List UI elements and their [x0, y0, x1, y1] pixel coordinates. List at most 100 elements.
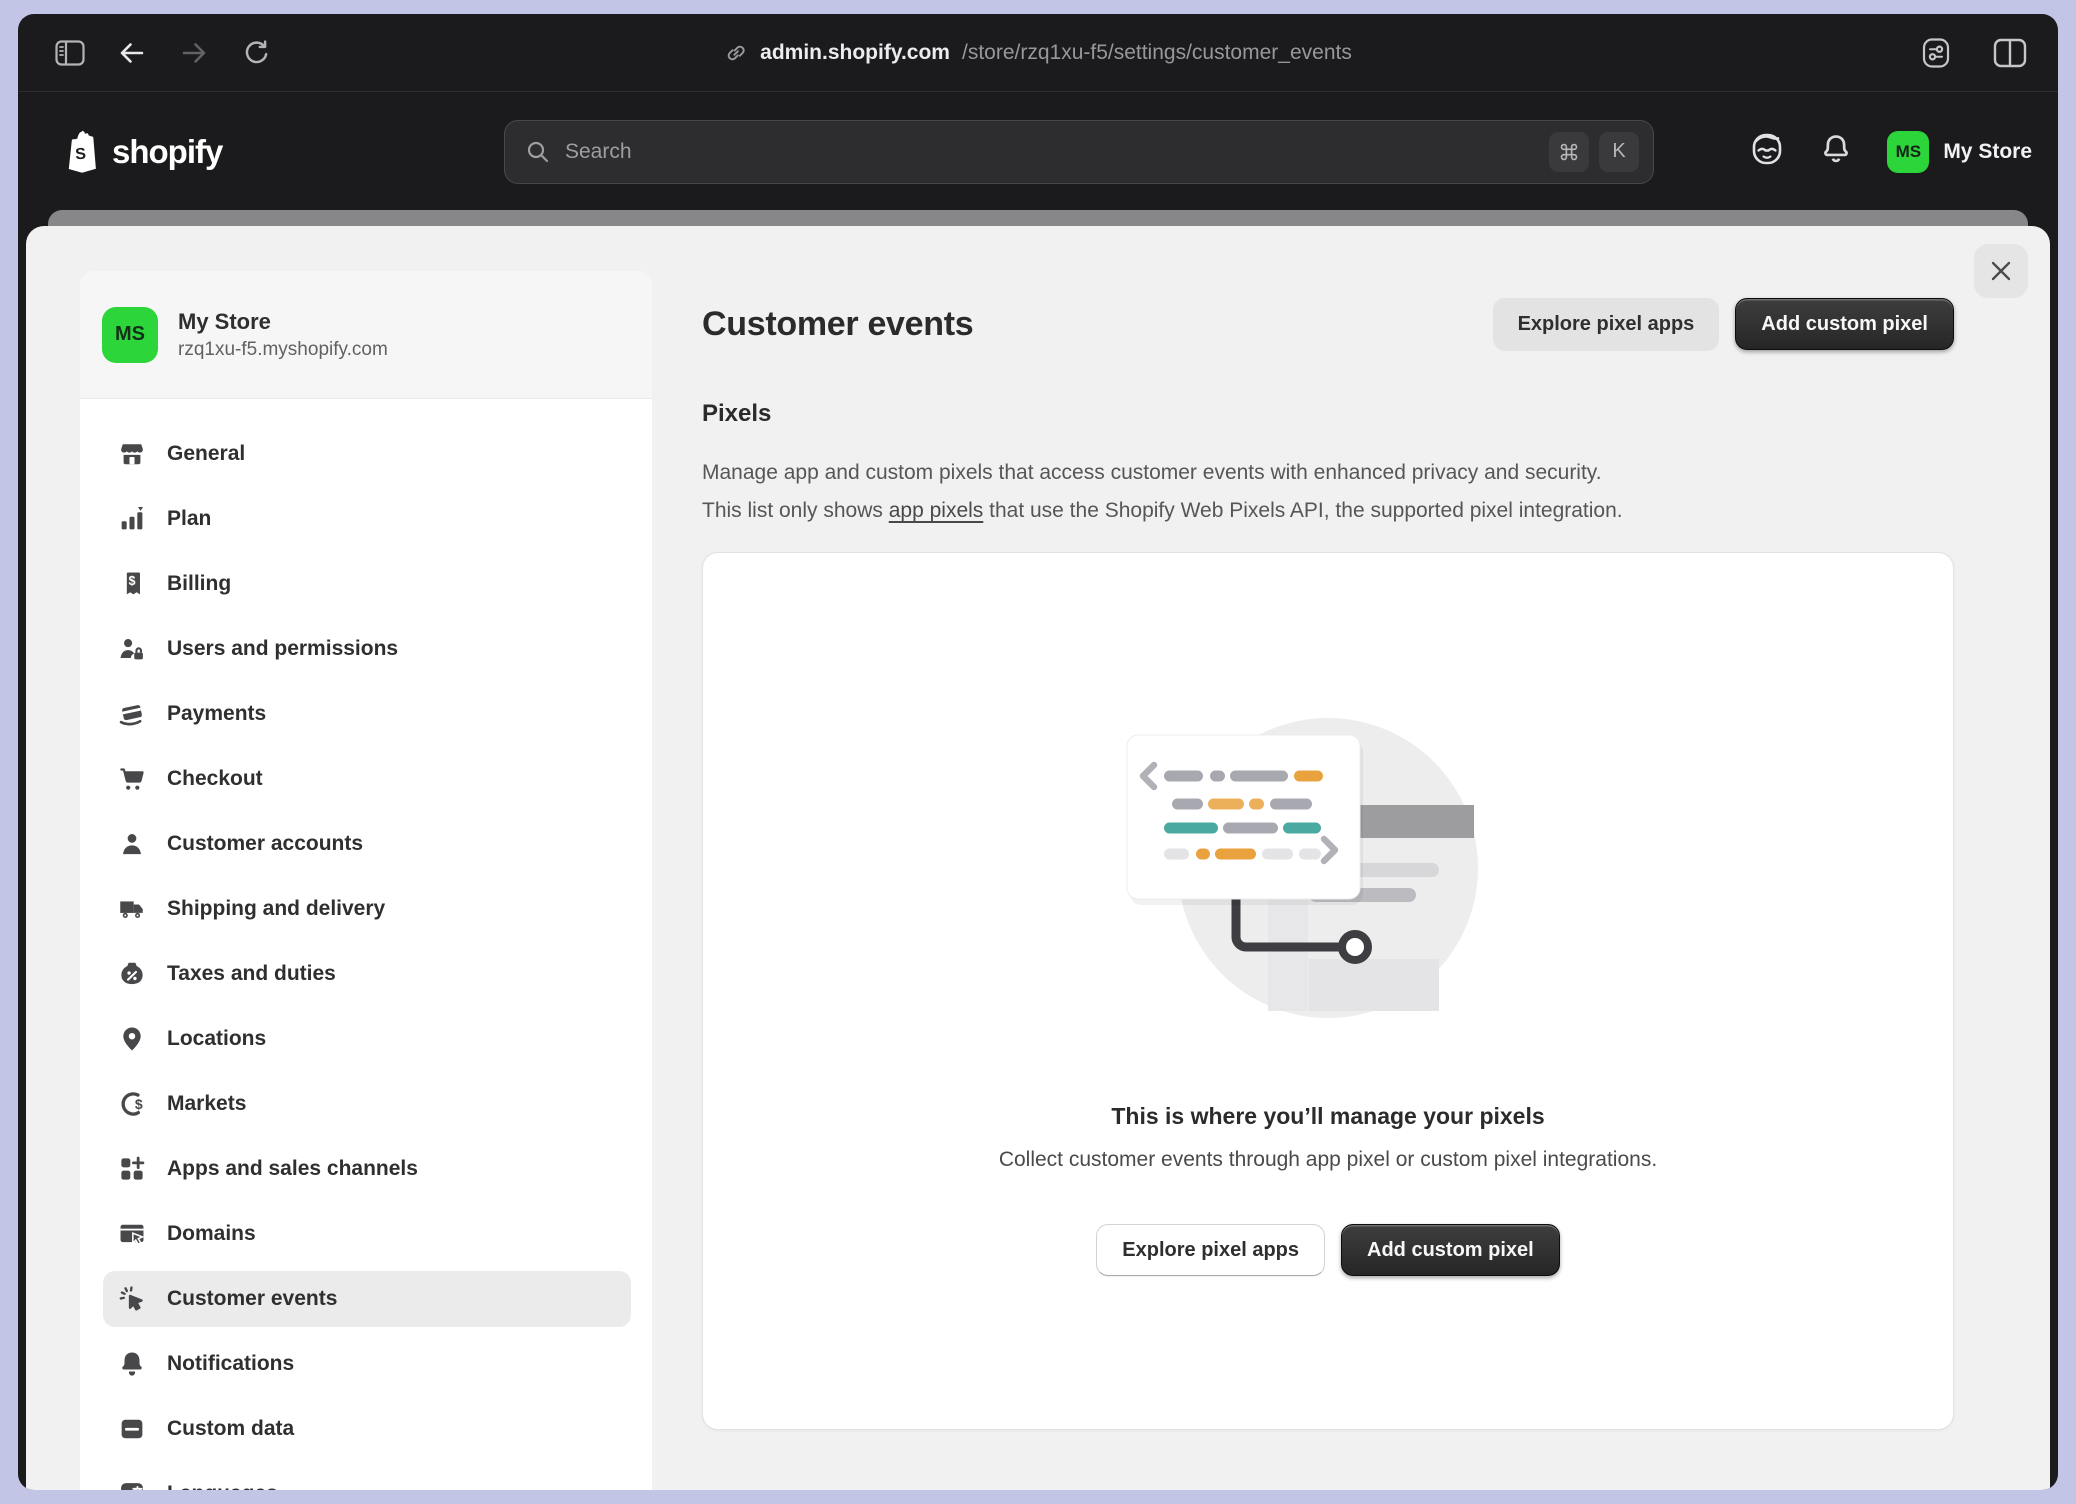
sidebar-item-label: Customer accounts [167, 832, 363, 856]
add-custom-pixel-button[interactable]: Add custom pixel [1735, 298, 1954, 350]
topbar-right: MS My Store [1749, 131, 2032, 173]
page-settings-icon[interactable] [1914, 31, 1958, 75]
store-avatar: MS [1887, 131, 1929, 173]
sidebar-item-label: Payments [167, 702, 266, 726]
customer-events-content: Customer events Explore pixel apps Add c… [702, 226, 1954, 1430]
sidebar-item-billing[interactable]: $ Billing [103, 556, 631, 612]
markets-globe-icon: $ [117, 1089, 147, 1119]
extension-avatar-icon[interactable] [1749, 131, 1785, 172]
sidebar-item-label: Shipping and delivery [167, 897, 385, 921]
description-post-link: that use the Shopify Web Pixels API, the… [983, 499, 1622, 522]
description-line-2: This list only shows app pixels that use… [702, 492, 1954, 530]
close-button[interactable] [1974, 244, 2028, 298]
store-menu[interactable]: MS My Store [1887, 131, 2032, 173]
app-pixels-link[interactable]: app pixels [889, 499, 984, 522]
browser-window: admin.shopify.com/store/rzq1xu-f5/settin… [18, 14, 2058, 1490]
browser-toolbar: admin.shopify.com/store/rzq1xu-f5/settin… [18, 14, 2058, 92]
toolbar-right-icons [1914, 14, 2032, 92]
sidebar-item-label: Plan [167, 507, 211, 531]
sidebar-item-customer-accounts[interactable]: Customer accounts [103, 816, 631, 872]
custom-data-icon [117, 1414, 147, 1444]
page-header: Customer events Explore pixel apps Add c… [702, 298, 1954, 350]
sidebar-item-languages[interactable]: A Languages [103, 1466, 631, 1490]
add-custom-pixel-button-card[interactable]: Add custom pixel [1341, 1224, 1560, 1276]
sidebar-item-label: Apps and sales channels [167, 1157, 418, 1181]
domains-icon [117, 1219, 147, 1249]
sidebar-item-apps-sales-channels[interactable]: Apps and sales channels [103, 1141, 631, 1197]
settings-sidebar: MS My Store rzq1xu-f5.myshopify.com Gene… [80, 271, 652, 1490]
sidebar-item-label: General [167, 442, 245, 466]
empty-state-actions: Explore pixel apps Add custom pixel [1096, 1224, 1559, 1276]
sidebar-item-label: Languages [167, 1482, 278, 1490]
apps-grid-icon [117, 1154, 147, 1184]
shopify-topbar: S shopify Search K [18, 93, 2058, 210]
taxes-icon [117, 959, 147, 989]
svg-text:$: $ [128, 574, 135, 588]
sidebar-item-notifications[interactable]: Notifications [103, 1336, 631, 1392]
sidebar-item-customer-events[interactable]: Customer events [103, 1271, 631, 1327]
svg-text:A: A [123, 1487, 133, 1490]
sidebar-store-avatar: MS [102, 307, 158, 363]
forward-button-icon[interactable] [172, 31, 216, 75]
locations-pin-icon [117, 1024, 147, 1054]
page-title: Customer events [702, 305, 973, 344]
notifications-icon [117, 1349, 147, 1379]
billing-icon: $ [117, 569, 147, 599]
empty-state-heading: This is where you’ll manage your pixels [1111, 1103, 1544, 1130]
split-view-icon[interactable] [1988, 31, 2032, 75]
sidebar-item-label: Domains [167, 1222, 256, 1246]
sidebar-item-taxes[interactable]: Taxes and duties [103, 946, 631, 1002]
sidebar-item-locations[interactable]: Locations [103, 1011, 631, 1067]
url-bar[interactable]: admin.shopify.com/store/rzq1xu-f5/settin… [724, 14, 1352, 92]
languages-icon: A [117, 1479, 147, 1490]
explore-pixel-apps-button-card[interactable]: Explore pixel apps [1096, 1224, 1325, 1276]
url-path: /store/rzq1xu-f5/settings/customer_event… [962, 41, 1352, 65]
sidebar-item-markets[interactable]: $ Markets [103, 1076, 631, 1132]
plan-icon [117, 504, 147, 534]
sidebar-item-label: Taxes and duties [167, 962, 336, 986]
notifications-bell-icon[interactable] [1819, 132, 1853, 171]
sidebar-store-card: MS My Store rzq1xu-f5.myshopify.com [80, 271, 652, 399]
payments-icon [117, 699, 147, 729]
sidebar-item-label: Custom data [167, 1417, 294, 1441]
sidebar-toggle-icon[interactable] [48, 31, 92, 75]
shopify-wordmark: shopify [112, 133, 222, 171]
sidebar-item-label: Users and permissions [167, 637, 398, 661]
users-icon [117, 634, 147, 664]
search-icon [525, 139, 551, 165]
store-icon [117, 439, 147, 469]
store-name-label: My Store [1943, 140, 2032, 164]
sidebar-item-label: Billing [167, 572, 231, 596]
checkout-cart-icon [117, 764, 147, 794]
settings-nav: General Plan $ Billing Users and permiss… [80, 399, 652, 1490]
sidebar-item-custom-data[interactable]: Custom data [103, 1401, 631, 1457]
reload-icon[interactable] [234, 31, 278, 75]
sidebar-store-domain: rzq1xu-f5.myshopify.com [178, 339, 388, 361]
description-line-1: Manage app and custom pixels that access… [702, 454, 1954, 492]
settings-modal: MS My Store rzq1xu-f5.myshopify.com Gene… [26, 226, 2050, 1490]
sidebar-item-domains[interactable]: Domains [103, 1206, 631, 1262]
empty-state-subtext: Collect customer events through app pixe… [999, 1148, 1657, 1172]
command-key-icon [1549, 132, 1589, 172]
sidebar-store-name: My Store [178, 309, 388, 335]
sidebar-item-payments[interactable]: Payments [103, 686, 631, 742]
pixels-illustration [1118, 713, 1538, 1023]
sidebar-item-plan[interactable]: Plan [103, 491, 631, 547]
sidebar-item-label: Checkout [167, 767, 263, 791]
svg-text:S: S [75, 145, 87, 163]
customer-events-icon [117, 1284, 147, 1314]
search-input[interactable]: Search K [504, 120, 1654, 184]
explore-pixel-apps-button[interactable]: Explore pixel apps [1493, 298, 1720, 350]
sidebar-item-users-permissions[interactable]: Users and permissions [103, 621, 631, 677]
sidebar-item-checkout[interactable]: Checkout [103, 751, 631, 807]
svg-text:$: $ [135, 1096, 143, 1112]
sidebar-item-general[interactable]: General [103, 426, 631, 482]
sidebar-item-label: Notifications [167, 1352, 294, 1376]
k-key-badge: K [1599, 132, 1639, 172]
shopify-bag-icon: S [62, 129, 102, 175]
description-pre-link: This list only shows [702, 499, 889, 522]
sidebar-item-shipping[interactable]: Shipping and delivery [103, 881, 631, 937]
link-icon [724, 41, 748, 65]
shopify-logo: S shopify [62, 129, 222, 175]
back-button-icon[interactable] [110, 31, 154, 75]
